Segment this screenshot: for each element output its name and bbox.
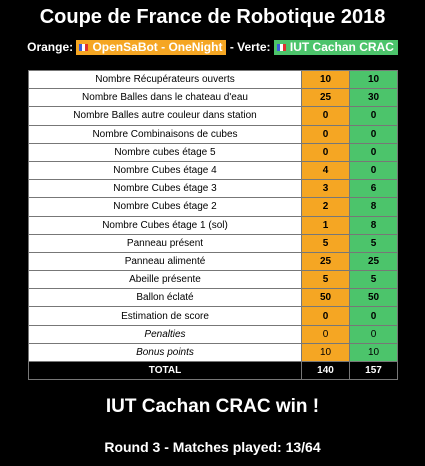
green-score: 0 (349, 106, 398, 126)
green-score: 0 (349, 306, 398, 326)
table-row: Nombre Balles autre couleur dans station… (28, 106, 398, 126)
row-label: Nombre Cubes étage 3 (28, 179, 302, 199)
orange-total: 140 (301, 360, 350, 381)
table-row: Bonus points 10 10 (28, 342, 398, 363)
row-label: Nombre Cubes étage 2 (28, 197, 302, 217)
orange-score: 0 (301, 142, 350, 162)
orange-score: 10 (301, 69, 350, 90)
orange-score: 10 (301, 342, 350, 363)
table-row: Nombre Balles dans le chateau d'eau 25 3… (28, 88, 398, 108)
green-total: 157 (349, 360, 398, 381)
row-label: Estimation de score (28, 306, 302, 326)
orange-score: 25 (301, 251, 350, 272)
row-label: Abeille présente (28, 270, 302, 290)
orange-score: 5 (301, 233, 350, 253)
total-label: TOTAL (28, 360, 302, 381)
row-label: Ballon éclaté (28, 288, 302, 308)
green-score: 0 (349, 124, 398, 144)
table-row: Nombre cubes étage 5 0 0 (28, 142, 398, 162)
french-flag-icon (276, 44, 286, 52)
table-row: Panneau présent 5 5 (28, 233, 398, 253)
page-title: Coupe de France de Robotique 2018 (39, 6, 386, 28)
green-score: 10 (349, 342, 398, 363)
row-label: Nombre cubes étage 5 (28, 142, 302, 162)
table-row: Nombre Combinaisons de cubes 0 0 (28, 124, 398, 144)
green-label: Verte: (237, 40, 271, 54)
green-team-badge: IUT Cachan CRAC (273, 40, 398, 56)
green-score: 8 (349, 197, 398, 217)
orange-score: 2 (301, 197, 350, 217)
green-score: 30 (349, 88, 398, 108)
french-flag-icon (79, 44, 89, 52)
green-score: 0 (349, 324, 398, 344)
row-label: Penalties (28, 324, 302, 344)
green-score: 5 (349, 270, 398, 290)
table-row: Estimation de score 0 0 (28, 306, 398, 326)
green-score: 8 (349, 215, 398, 235)
team-separator: - (229, 40, 234, 54)
green-score: 6 (349, 179, 398, 199)
green-score: 5 (349, 233, 398, 253)
orange-score: 0 (301, 106, 350, 126)
orange-score: 25 (301, 88, 350, 108)
orange-score: 0 (301, 306, 350, 326)
table-row: Nombre Récupérateurs ouverts 10 10 (28, 69, 398, 90)
green-score: 0 (349, 160, 398, 181)
orange-score: 0 (301, 124, 350, 144)
total-row: TOTAL 140 157 (28, 360, 398, 381)
table-row: Nombre Cubes étage 4 4 0 (28, 160, 398, 181)
row-label: Nombre Cubes étage 1 (sol) (28, 215, 302, 235)
row-label: Panneau alimenté (28, 251, 302, 272)
orange-score: 0 (301, 324, 350, 344)
teams-line: Orange: OpenSaBot - OneNight - Verte: IU… (0, 40, 425, 56)
round-status: Round 3 - Matches played: 13/64 (104, 439, 321, 455)
orange-score: 50 (301, 288, 350, 308)
table-row: Penalties 0 0 (28, 324, 398, 344)
row-label: Nombre Cubes étage 4 (28, 160, 302, 181)
table-row: Nombre Cubes étage 1 (sol) 1 8 (28, 215, 398, 235)
orange-score: 4 (301, 160, 350, 181)
row-label: Nombre Combinaisons de cubes (28, 124, 302, 144)
orange-team-badge: OpenSaBot - OneNight (76, 40, 227, 56)
row-label: Nombre Balles autre couleur dans station (28, 106, 302, 126)
orange-score: 1 (301, 215, 350, 235)
green-score: 0 (349, 142, 398, 162)
table-row: Nombre Cubes étage 3 3 6 (28, 179, 398, 199)
green-team-name: IUT Cachan CRAC (289, 40, 394, 55)
table-row: Panneau alimenté 25 25 (28, 251, 398, 272)
table-row: Nombre Cubes étage 2 2 8 (28, 197, 398, 217)
green-score: 10 (349, 69, 398, 90)
green-score: 50 (349, 288, 398, 308)
orange-score: 3 (301, 179, 350, 199)
winner-banner: IUT Cachan CRAC win ! (105, 396, 320, 417)
orange-team-name: OpenSaBot - OneNight (92, 40, 223, 55)
row-label: Bonus points (28, 342, 302, 363)
orange-score: 5 (301, 270, 350, 290)
green-score: 25 (349, 251, 398, 272)
table-row: Ballon éclaté 50 50 (28, 288, 398, 308)
score-table: Nombre Récupérateurs ouverts 10 10 Nombr… (28, 69, 398, 381)
row-label: Nombre Balles dans le chateau d'eau (28, 88, 302, 108)
table-row: Abeille présente 5 5 (28, 270, 398, 290)
row-label: Panneau présent (28, 233, 302, 253)
orange-label: Orange: (27, 40, 74, 54)
row-label: Nombre Récupérateurs ouverts (28, 69, 302, 90)
